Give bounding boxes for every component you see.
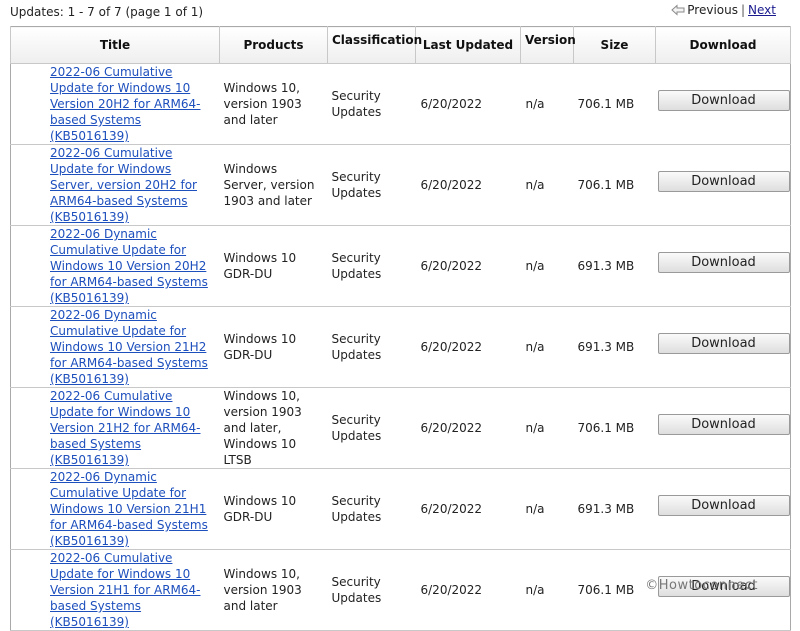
cell-title: 2022-06 Cumulative Update for Windows 10… bbox=[10, 63, 220, 145]
cell-last-updated: 6/20/2022 bbox=[415, 387, 521, 469]
cell-size: 706.1 MB bbox=[573, 549, 656, 631]
cell-version: n/a bbox=[520, 387, 574, 469]
next-link[interactable]: Next bbox=[748, 3, 776, 17]
cell-download: Download bbox=[655, 63, 791, 145]
download-button[interactable]: Download bbox=[657, 332, 790, 354]
update-title-link[interactable]: 2022-06 Dynamic Cumulative Update for Wi… bbox=[50, 227, 208, 305]
arrow-left-icon bbox=[671, 4, 685, 16]
results-header: Updates: 1 - 7 of 7 (page 1 of 1) Previo… bbox=[0, 0, 800, 24]
table-row: 2022-06 Cumulative Update for Windows 10… bbox=[10, 63, 791, 145]
cell-size: 706.1 MB bbox=[573, 144, 656, 226]
download-button[interactable]: Download bbox=[657, 170, 790, 192]
cell-version: n/a bbox=[520, 549, 574, 631]
update-title-link[interactable]: 2022-06 Cumulative Update for Windows 10… bbox=[50, 389, 201, 467]
cell-last-updated: 6/20/2022 bbox=[415, 468, 521, 550]
table-row: 2022-06 Cumulative Update for Windows Se… bbox=[10, 144, 791, 226]
cell-version: n/a bbox=[520, 468, 574, 550]
table-row: 2022-06 Dynamic Cumulative Update for Wi… bbox=[10, 468, 791, 550]
cell-title: 2022-06 Dynamic Cumulative Update for Wi… bbox=[10, 306, 220, 388]
cell-version: n/a bbox=[520, 144, 574, 226]
download-button[interactable]: Download bbox=[657, 89, 790, 111]
cell-classification: Security Updates bbox=[327, 63, 416, 145]
column-header-download: Download bbox=[655, 26, 791, 64]
cell-download: Download bbox=[655, 144, 791, 226]
update-title-link[interactable]: 2022-06 Cumulative Update for Windows 10… bbox=[50, 65, 201, 143]
cell-classification: Security Updates bbox=[327, 549, 416, 631]
results-summary: Updates: 1 - 7 of 7 (page 1 of 1) bbox=[10, 5, 204, 19]
cell-last-updated: 6/20/2022 bbox=[415, 144, 521, 226]
cell-download: Download bbox=[655, 468, 791, 550]
pager: Previous | Next bbox=[671, 3, 776, 17]
update-title-link[interactable]: 2022-06 Cumulative Update for Windows 10… bbox=[50, 551, 201, 629]
previous-link: Previous bbox=[687, 3, 738, 17]
cell-last-updated: 6/20/2022 bbox=[415, 63, 521, 145]
download-button[interactable]: Download bbox=[657, 251, 790, 273]
cell-products: Windows 10, version 1903 and later, Wind… bbox=[219, 387, 328, 469]
cell-size: 691.3 MB bbox=[573, 306, 656, 388]
column-header-products[interactable]: Products bbox=[219, 26, 328, 64]
cell-products: Windows 10 GDR-DU bbox=[219, 225, 328, 307]
table-row: 2022-06 Cumulative Update for Windows 10… bbox=[10, 387, 791, 469]
updates-table: Title Products Classification Last Updat… bbox=[10, 26, 791, 631]
table-row: 2022-06 Dynamic Cumulative Update for Wi… bbox=[10, 306, 791, 388]
cell-title: 2022-06 Dynamic Cumulative Update for Wi… bbox=[10, 468, 220, 550]
cell-size: 691.3 MB bbox=[573, 468, 656, 550]
cell-version: n/a bbox=[520, 306, 574, 388]
cell-last-updated: 6/20/2022 bbox=[415, 306, 521, 388]
cell-products: Windows 10 GDR-DU bbox=[219, 468, 328, 550]
cell-products: Windows 10, version 1903 and later bbox=[219, 63, 328, 145]
cell-title: 2022-06 Cumulative Update for Windows 10… bbox=[10, 549, 220, 631]
cell-size: 706.1 MB bbox=[573, 387, 656, 469]
cell-products: Windows 10 GDR-DU bbox=[219, 306, 328, 388]
download-button[interactable]: Download bbox=[657, 413, 790, 435]
column-header-last-updated[interactable]: Last Updated bbox=[415, 26, 521, 64]
cell-download: Download bbox=[655, 225, 791, 307]
cell-version: n/a bbox=[520, 225, 574, 307]
update-title-link[interactable]: 2022-06 Dynamic Cumulative Update for Wi… bbox=[50, 308, 208, 386]
cell-products: Windows 10, version 1903 and later bbox=[219, 549, 328, 631]
update-title-link[interactable]: 2022-06 Dynamic Cumulative Update for Wi… bbox=[50, 470, 208, 548]
watermark: ©Howtoconnect bbox=[645, 578, 758, 593]
pager-separator: | bbox=[740, 3, 746, 17]
column-header-title[interactable]: Title bbox=[10, 26, 220, 64]
cell-download: Download bbox=[655, 387, 791, 469]
cell-classification: Security Updates bbox=[327, 144, 416, 226]
cell-size: 691.3 MB bbox=[573, 225, 656, 307]
cell-title: 2022-06 Cumulative Update for Windows Se… bbox=[10, 144, 220, 226]
cell-products: Windows Server, version 1903 and later bbox=[219, 144, 328, 226]
column-header-classification[interactable]: Classification bbox=[327, 26, 422, 64]
cell-title: 2022-06 Cumulative Update for Windows 10… bbox=[10, 387, 220, 469]
cell-classification: Security Updates bbox=[327, 225, 416, 307]
cell-title: 2022-06 Dynamic Cumulative Update for Wi… bbox=[10, 225, 220, 307]
table-header-row: Title Products Classification Last Updat… bbox=[10, 26, 791, 64]
update-title-link[interactable]: 2022-06 Cumulative Update for Windows Se… bbox=[50, 146, 197, 224]
cell-classification: Security Updates bbox=[327, 306, 416, 388]
cell-download: Download bbox=[655, 306, 791, 388]
cell-size: 706.1 MB bbox=[573, 63, 656, 145]
download-button[interactable]: Download bbox=[657, 494, 790, 516]
column-header-size[interactable]: Size bbox=[573, 26, 656, 64]
table-row: 2022-06 Dynamic Cumulative Update for Wi… bbox=[10, 225, 791, 307]
cell-classification: Security Updates bbox=[327, 468, 416, 550]
cell-version: n/a bbox=[520, 63, 574, 145]
cell-last-updated: 6/20/2022 bbox=[415, 549, 521, 631]
column-header-version[interactable]: Version bbox=[520, 26, 576, 64]
cell-last-updated: 6/20/2022 bbox=[415, 225, 521, 307]
cell-classification: Security Updates bbox=[327, 387, 416, 469]
